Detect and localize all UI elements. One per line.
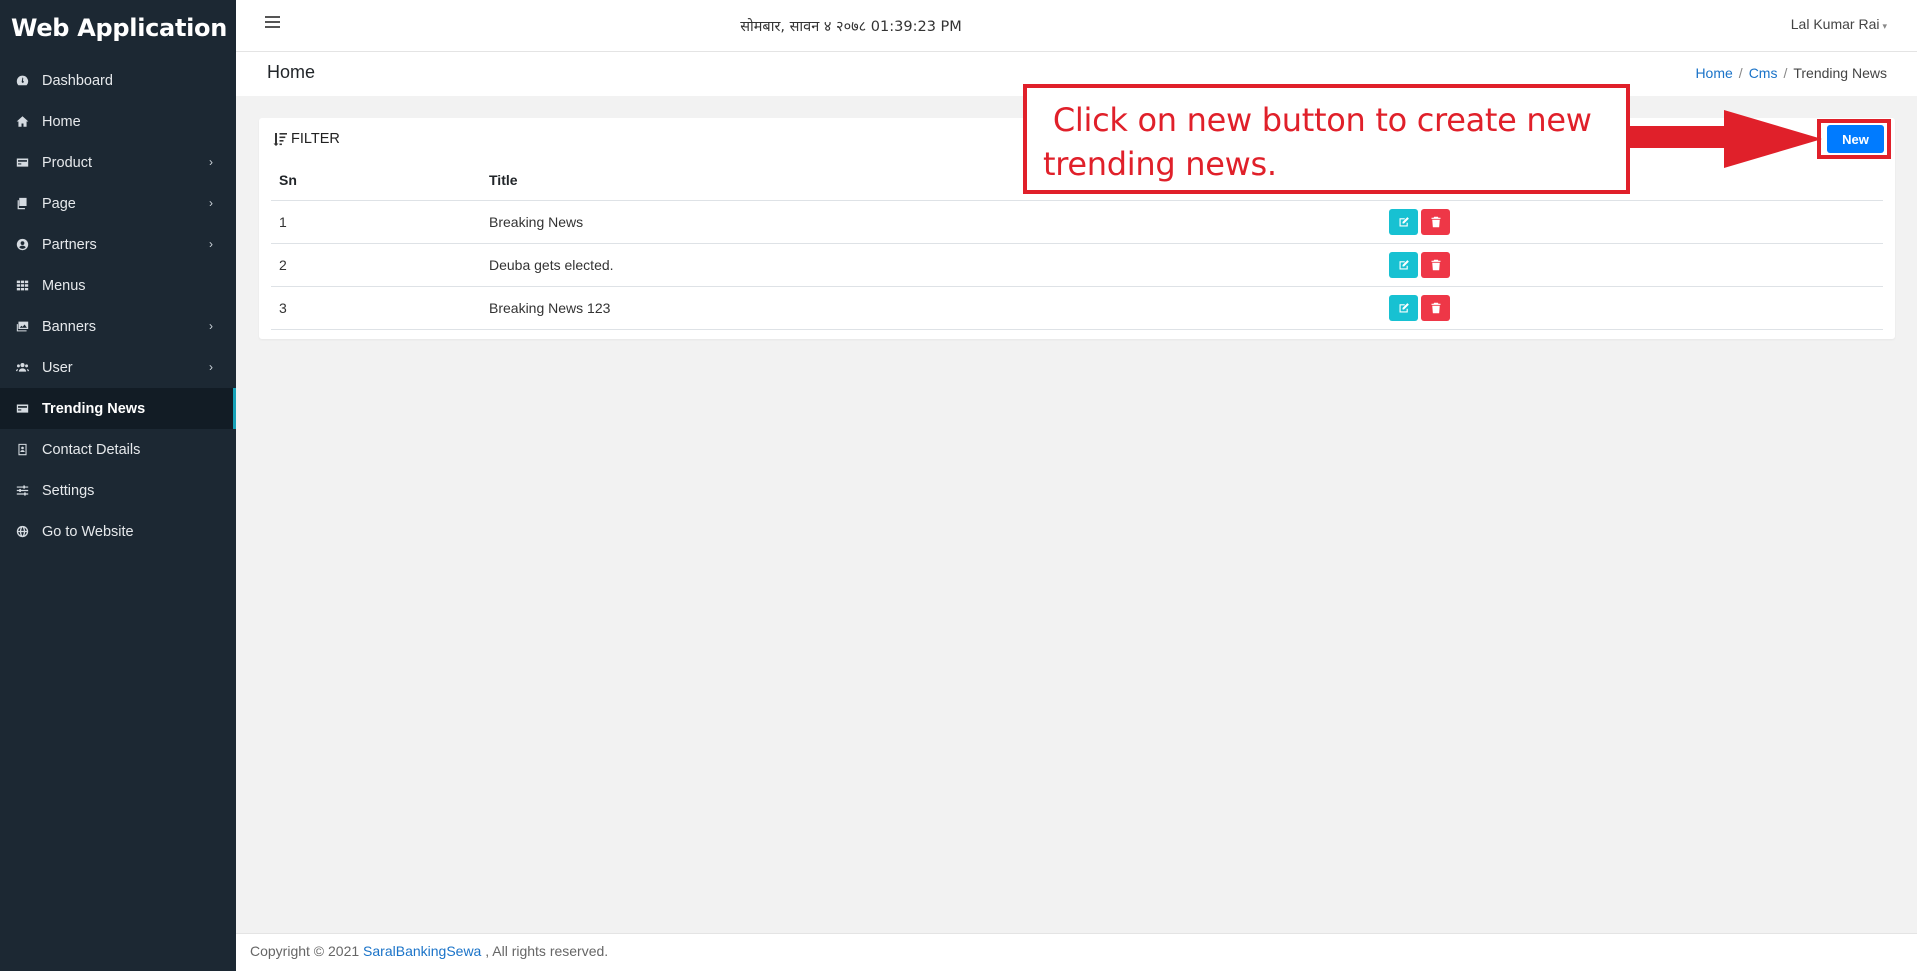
sidebar-item-home[interactable]: Home	[0, 101, 236, 142]
sidebar-item-label: User	[42, 359, 73, 376]
annotation-text: Click on new button to create new trendi…	[1043, 98, 1603, 186]
table-row: 1 Breaking News	[271, 200, 1883, 244]
dashboard-icon	[15, 73, 30, 88]
product-icon	[15, 155, 30, 170]
sidebar: Web Application Dashboard Home Product ›…	[0, 0, 236, 971]
sidebar-item-label: Product	[42, 154, 92, 171]
sidebar-item-label: Dashboard	[42, 72, 113, 89]
new-button-highlight	[1817, 119, 1891, 159]
page-icon	[15, 196, 30, 211]
edit-button[interactable]	[1389, 208, 1418, 235]
sidebar-item-contact-details[interactable]: Contact Details	[0, 429, 236, 470]
cell-title: Breaking News 123	[481, 286, 1381, 330]
contact-icon	[15, 442, 30, 457]
annotation-line-1: Click on new button to create new	[1043, 101, 1592, 139]
sidebar-item-go-to-website[interactable]: Go to Website	[0, 511, 236, 552]
table-row: 2 Deuba gets elected.	[271, 243, 1883, 287]
breadcrumb-separator: /	[1738, 65, 1743, 81]
current-datetime: सोमबार, सावन ४ २०७८ 01:39:23 PM	[740, 19, 962, 35]
page-title: Home	[267, 62, 316, 82]
sidebar-item-settings[interactable]: Settings	[0, 470, 236, 511]
chevron-right-icon: ›	[209, 237, 213, 251]
annotation-callout: Click on new button to create new trendi…	[1023, 84, 1630, 194]
sidebar-item-label: Page	[42, 195, 76, 212]
sidebar-item-label: Partners	[42, 236, 97, 253]
filter-toggle[interactable]: FILTER	[272, 131, 340, 147]
copyright-suffix: , All rights reserved.	[481, 943, 609, 959]
top-bar: सोमबार, सावन ४ २०७८ 01:39:23 PM Lal Kuma…	[236, 0, 1917, 52]
cell-sn: 2	[271, 243, 481, 287]
edit-icon	[1399, 302, 1409, 312]
user-name: Lal Kumar Rai	[1790, 16, 1880, 32]
sidebar-item-label: Menus	[42, 277, 86, 294]
chevron-right-icon: ›	[209, 319, 213, 333]
delete-button[interactable]	[1421, 251, 1450, 278]
filter-label: FILTER	[291, 131, 340, 147]
chevron-right-icon: ›	[209, 196, 213, 210]
delete-button[interactable]	[1421, 208, 1450, 235]
chevron-right-icon: ›	[209, 155, 213, 169]
caret-down-icon: ▾	[1882, 21, 1887, 31]
menus-icon	[15, 278, 30, 293]
sidebar-item-label: Settings	[42, 482, 95, 499]
sidebar-item-partners[interactable]: Partners ›	[0, 224, 236, 265]
sidebar-item-user[interactable]: User ›	[0, 347, 236, 388]
edit-icon	[1399, 259, 1409, 269]
delete-button[interactable]	[1421, 294, 1450, 321]
sidebar-item-label: Go to Website	[42, 523, 134, 540]
sidebar-item-menus[interactable]: Menus	[0, 265, 236, 306]
edit-button[interactable]	[1389, 251, 1418, 278]
column-header-sn: Sn	[271, 160, 481, 201]
footer-company-link[interactable]: SaralBankingSewa	[363, 943, 481, 959]
breadcrumb: Home / Cms / Trending News	[1695, 65, 1887, 81]
partners-icon	[15, 237, 30, 252]
sidebar-nav: Dashboard Home Product › Page › Partners…	[0, 60, 236, 552]
trash-icon	[1431, 302, 1440, 313]
annotation-arrow	[1626, 110, 1822, 168]
table-row: 3 Breaking News 123	[271, 286, 1883, 330]
globe-icon	[15, 524, 30, 539]
sidebar-item-label: Banners	[42, 318, 97, 335]
sidebar-item-trending-news[interactable]: Trending News	[0, 388, 236, 429]
sidebar-item-product[interactable]: Product ›	[0, 142, 236, 183]
users-icon	[15, 360, 30, 375]
edit-icon	[1399, 216, 1409, 226]
breadcrumb-current: Trending News	[1793, 65, 1887, 81]
banners-icon	[15, 319, 30, 334]
breadcrumb-cms[interactable]: Cms	[1749, 65, 1778, 81]
trash-icon	[1431, 259, 1440, 270]
cell-title: Breaking News	[481, 200, 1381, 244]
cell-sn: 3	[271, 286, 481, 330]
app-title: Web Application	[11, 14, 228, 42]
cell-actions	[1381, 286, 1883, 330]
cell-actions	[1381, 243, 1883, 287]
copyright-prefix: Copyright © 2021	[250, 943, 364, 959]
annotation-line-2: trending news.	[1043, 145, 1277, 183]
sidebar-item-banners[interactable]: Banners ›	[0, 306, 236, 347]
edit-button[interactable]	[1389, 294, 1418, 321]
cell-sn: 1	[271, 200, 481, 244]
settings-icon	[15, 483, 30, 498]
user-menu[interactable]: Lal Kumar Rai ▾	[1791, 16, 1887, 32]
filter-sort-icon	[273, 133, 287, 146]
breadcrumb-separator: /	[1783, 65, 1788, 81]
sidebar-item-label: Home	[42, 113, 81, 130]
chevron-right-icon: ›	[209, 360, 213, 374]
sidebar-item-page[interactable]: Page ›	[0, 183, 236, 224]
footer: Copyright © 2021 SaralBankingSewa , All …	[236, 933, 1917, 971]
news-icon	[15, 401, 30, 416]
sidebar-item-dashboard[interactable]: Dashboard	[0, 60, 236, 101]
home-icon	[15, 114, 30, 129]
cell-actions	[1381, 200, 1883, 244]
cell-title: Deuba gets elected.	[481, 243, 1381, 287]
trash-icon	[1431, 216, 1440, 227]
sidebar-item-label: Contact Details	[42, 441, 141, 458]
sidebar-item-label: Trending News	[42, 400, 146, 417]
breadcrumb-home[interactable]: Home	[1695, 65, 1732, 81]
